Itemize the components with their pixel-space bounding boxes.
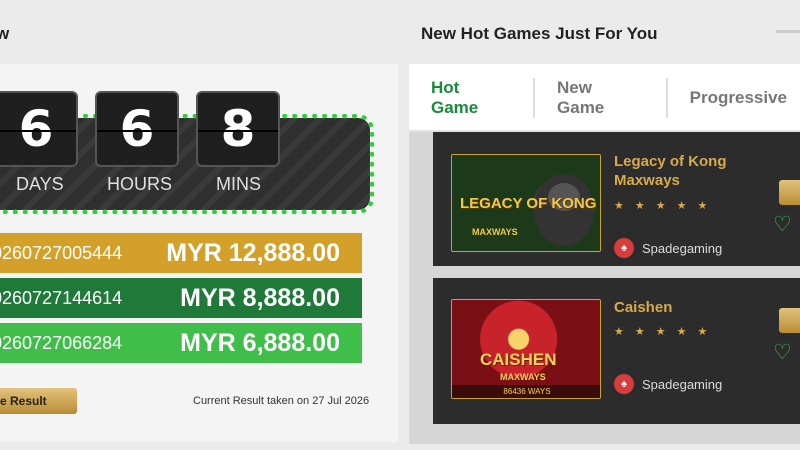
result-number: 0260727066284 <box>0 332 123 353</box>
result-amount: MYR 8,888.00 <box>180 283 340 312</box>
countdown-mins-label: MINS <box>216 174 261 194</box>
thumb-ways: 86436 WAYS <box>452 385 600 398</box>
result-amount: MYR 12,888.00 <box>166 238 340 267</box>
provider: ♠ Spadegaming <box>614 374 722 394</box>
rating-stars: ★★★★★ <box>614 200 719 212</box>
heart-icon[interactable]: ♡ <box>773 212 792 237</box>
result-row-third: 0260727066284 MYR 6,888.00 <box>0 323 362 363</box>
thumb-subtitle: MAXWAYS <box>472 227 518 237</box>
heart-icon[interactable]: ♡ <box>773 340 792 365</box>
result-number: 0260727005444 <box>0 242 123 263</box>
game-thumbnail[interactable]: CAISHEN MAXWAYS 86436 WAYS <box>451 299 601 399</box>
thumb-subtitle: MAXWAYS <box>500 372 546 382</box>
result-taken-date: Current Result taken on 27 Jul 2026 <box>193 395 370 407</box>
game-card-kong[interactable]: LEGACY OF KONG MAXWAYS Legacy of Kong Ma… <box>433 132 800 266</box>
games-panel: Hot Game New Game Progressive LEGACY OF … <box>409 64 800 444</box>
countdown-days-digit: 6 <box>0 91 78 167</box>
tab-progressive[interactable]: Progressive <box>668 88 800 108</box>
play-button[interactable] <box>779 180 800 205</box>
section-title-hot-games: New Hot Games Just For You <box>421 24 658 43</box>
countdown-days-label: DAYS <box>16 174 64 194</box>
section-title-left: w <box>0 24 10 43</box>
thumb-title: CAISHEN <box>480 350 557 369</box>
result-amount: MYR 6,888.00 <box>180 328 340 357</box>
provider-name: Spadegaming <box>642 376 723 392</box>
provider: ♠ Spadegaming <box>614 238 722 258</box>
game-thumbnail[interactable]: LEGACY OF KONG MAXWAYS <box>451 154 601 252</box>
result-row-first: 0260727005444 MYR 12,888.00 <box>0 233 362 273</box>
spadegaming-icon: ♠ <box>614 374 634 394</box>
game-tabs: Hot Game New Game Progressive <box>409 64 800 132</box>
game-name[interactable]: Legacy of Kong Maxways <box>614 152 754 190</box>
provider-name: Spadegaming <box>642 240 723 256</box>
decorative-stripe <box>776 30 800 33</box>
game-name[interactable]: Caishen <box>614 298 754 317</box>
result-row-second: 0260727144614 MYR 8,888.00 <box>0 278 362 318</box>
tab-new-game[interactable]: New Game <box>535 78 668 118</box>
countdown-mins-digit: 8 <box>196 91 280 167</box>
spadegaming-icon: ♠ <box>614 238 634 258</box>
game-card-caishen[interactable]: CAISHEN MAXWAYS 86436 WAYS Caishen ★★★★★… <box>433 278 800 424</box>
thumb-title: LEGACY OF KONG <box>460 195 597 212</box>
rating-stars: ★★★★★ <box>614 326 719 338</box>
play-button[interactable] <box>779 308 800 333</box>
countdown-hours-digit: 6 <box>95 91 179 167</box>
countdown-hours-label: HOURS <box>107 174 173 194</box>
tab-hot-game[interactable]: Hot Game <box>409 78 536 118</box>
more-result-button[interactable]: e Result <box>0 388 77 414</box>
result-number: 0260727144614 <box>0 287 123 308</box>
games-list: LEGACY OF KONG MAXWAYS Legacy of Kong Ma… <box>409 132 800 444</box>
